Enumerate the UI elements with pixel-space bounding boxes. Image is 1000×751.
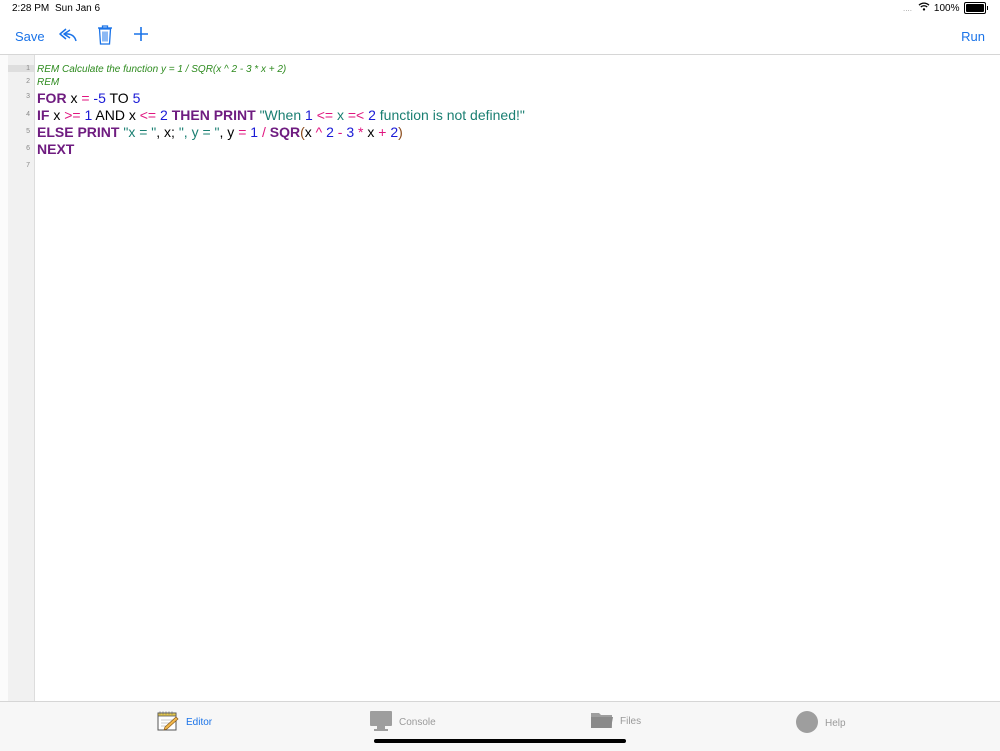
undo-icon[interactable] bbox=[58, 25, 78, 48]
gutter-margin bbox=[0, 55, 8, 701]
editor-notepad-icon bbox=[156, 710, 180, 735]
signal-dots: .... bbox=[903, 3, 912, 13]
console-monitor-icon bbox=[369, 710, 393, 735]
line-number: 6 bbox=[26, 145, 30, 152]
folder-icon bbox=[590, 710, 614, 733]
battery-percent: 100% bbox=[933, 2, 960, 14]
trash-icon[interactable] bbox=[96, 24, 114, 49]
tab-label: Editor bbox=[186, 717, 213, 728]
line-number: 4 bbox=[26, 111, 30, 118]
help-circle-icon bbox=[795, 710, 819, 737]
run-button[interactable]: Run bbox=[961, 29, 985, 44]
status-indicators: .... 100% bbox=[903, 2, 988, 14]
tab-files[interactable]: Files bbox=[590, 710, 641, 733]
toolbar: Save Run bbox=[0, 20, 1000, 55]
status-time: 2:28 PM bbox=[12, 3, 50, 14]
code-line: FOR x = -5 TO 5 bbox=[37, 90, 141, 106]
code-line: ELSE PRINT "x = ", x; ", y = ", y = 1 / … bbox=[37, 124, 403, 140]
line-number: 2 bbox=[26, 78, 30, 85]
tab-label: Files bbox=[620, 716, 642, 727]
line-number: 3 bbox=[26, 93, 30, 100]
status-date: Sun Jan 6 bbox=[55, 3, 101, 14]
tab-label: Console bbox=[399, 717, 436, 728]
wifi-icon bbox=[918, 2, 930, 14]
tab-help[interactable]: Help bbox=[795, 710, 846, 737]
code-line: IF x >= 1 AND x <= 2 THEN PRINT "When 1 … bbox=[37, 107, 525, 123]
tab-console[interactable]: Console bbox=[369, 710, 436, 735]
code-editor[interactable]: 1 2 3 4 5 6 7 REM Calculate the function… bbox=[0, 55, 1000, 701]
code-line-comment: REM Calculate the function y = 1 / SQR(x… bbox=[37, 64, 287, 75]
line-number: 1 bbox=[8, 65, 34, 72]
save-button[interactable]: Save bbox=[15, 29, 45, 44]
status-bar: 2:28 PM Sun Jan 6 .... 100% bbox=[0, 0, 1000, 18]
tab-label: Help bbox=[825, 718, 846, 729]
line-number: 5 bbox=[26, 128, 30, 135]
line-number: 7 bbox=[26, 162, 30, 169]
code-line-comment: REM bbox=[37, 77, 60, 88]
tab-editor[interactable]: Editor bbox=[156, 710, 212, 735]
plus-icon[interactable] bbox=[131, 24, 151, 47]
line-number-gutter: 1 2 3 4 5 6 7 bbox=[8, 55, 35, 701]
home-indicator[interactable] bbox=[374, 739, 626, 743]
code-line: NEXT bbox=[37, 141, 75, 157]
tab-bar: Editor Console Files Help bbox=[0, 701, 1000, 751]
battery-icon bbox=[963, 2, 988, 14]
